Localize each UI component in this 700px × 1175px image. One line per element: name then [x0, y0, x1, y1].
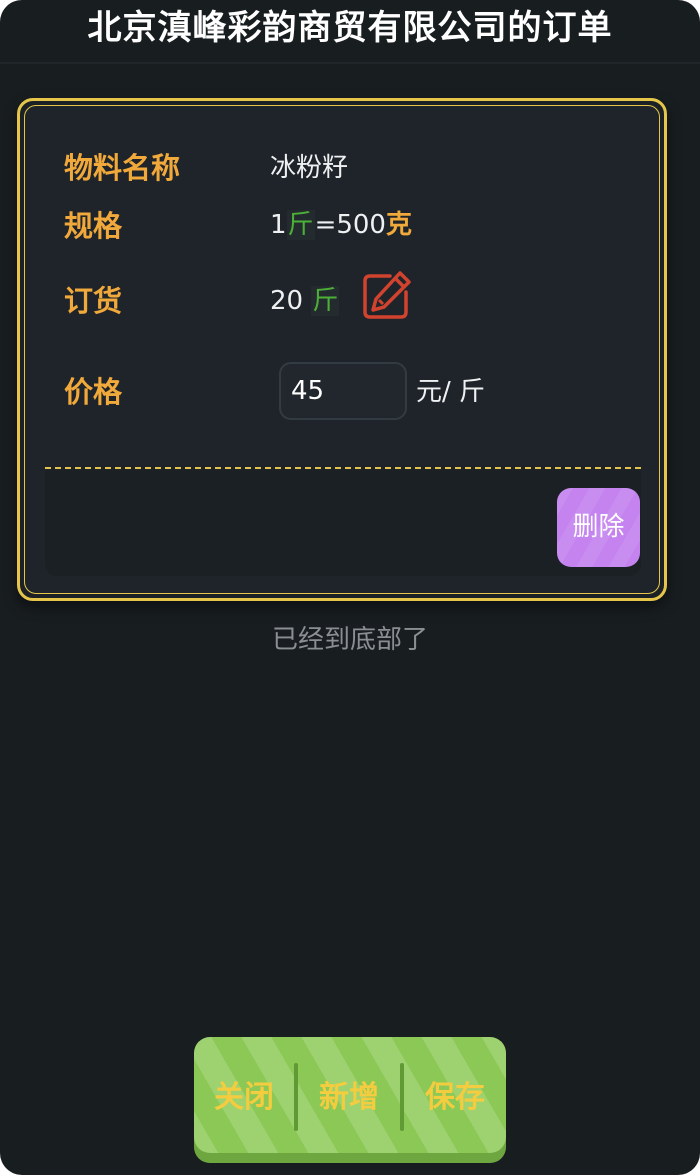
spec-quantity: 1	[270, 210, 287, 240]
price-unit: 元/ 斤	[416, 377, 486, 407]
page-title: 北京滇峰彩韵商贸有限公司的订单	[87, 8, 613, 48]
spec-label: 规格	[64, 209, 123, 243]
add-button[interactable]: 新增	[298, 1075, 400, 1121]
delete-button[interactable]: 删除	[557, 488, 640, 567]
spec-unit: 斤	[286, 210, 315, 240]
order-quantity-label: 订货	[64, 284, 123, 318]
header-divider	[0, 62, 700, 64]
card-action-panel	[45, 470, 641, 576]
price-input[interactable]	[279, 362, 407, 420]
dashed-divider	[45, 467, 641, 469]
list-end-text: 已经到底部了	[271, 625, 428, 655]
price-label: 价格	[64, 375, 123, 409]
material-name-value: 冰粉籽	[270, 153, 349, 183]
save-button[interactable]: 保存	[404, 1075, 506, 1121]
edit-pencil-icon[interactable]	[360, 270, 412, 322]
order-quantity-value: 20 斤	[270, 283, 340, 319]
order-quantity-number: 20	[270, 286, 304, 316]
spec-gram-unit: 克	[385, 210, 412, 240]
spec-equals: =500	[314, 210, 386, 240]
bottom-toolbar: 关闭 新增 保存	[194, 1037, 506, 1163]
order-quantity-unit: 斤	[311, 286, 340, 316]
material-name-label: 物料名称	[64, 151, 181, 185]
close-button[interactable]: 关闭	[194, 1075, 294, 1121]
app-screen: 北京滇峰彩韵商贸有限公司的订单 物料名称 冰粉籽 规格 1斤=500克 订货 2…	[0, 0, 700, 1175]
spec-value: 1斤=500克	[270, 207, 412, 243]
